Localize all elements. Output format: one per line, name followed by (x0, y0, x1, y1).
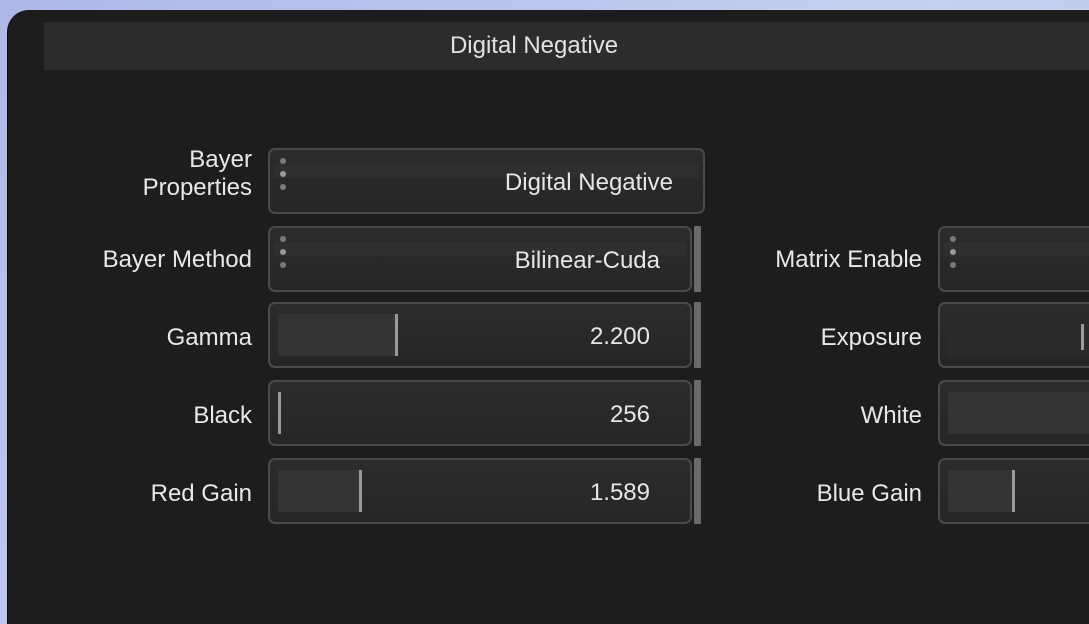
black-slider[interactable]: 256 (268, 380, 692, 446)
panel-title-bar: Digital Negative (44, 22, 1089, 70)
drag-handle-icon (279, 158, 287, 197)
bayer-properties-label-line1: Bayer (189, 146, 252, 173)
red-gain-value: 1.589 (589, 479, 650, 506)
red-gain-slider[interactable]: 1.589 (268, 458, 692, 524)
bayer-method-select[interactable]: Bilinear-Cuda (268, 226, 692, 292)
bayer-method-value: Bilinear-Cuda (514, 247, 660, 274)
exposure-slider-handle[interactable] (1081, 324, 1084, 350)
red-gain-slider-fill[interactable] (278, 470, 362, 512)
blue-gain-slider[interactable] (938, 458, 1089, 524)
matrix-enable-label: Matrix Enable (775, 246, 922, 273)
blue-gain-label: Blue Gain (816, 480, 922, 507)
white-slider[interactable] (938, 380, 1089, 446)
drag-handle-icon (279, 236, 287, 275)
gamma-label: Gamma (166, 324, 252, 351)
white-slider-fill (948, 392, 1089, 434)
bayer-properties-value: Digital Negative (504, 169, 673, 196)
bayer-properties-select[interactable]: Digital Negative (268, 148, 705, 214)
gamma-value: 2.200 (589, 323, 650, 350)
bayer-properties-label-line2: Properties (142, 174, 252, 201)
black-slider-fill[interactable] (278, 392, 281, 434)
exposure-slider[interactable] (938, 302, 1089, 368)
blue-gain-slider-fill[interactable] (948, 470, 1015, 512)
drag-handle-icon (949, 236, 957, 275)
black-value: 256 (609, 401, 650, 428)
matrix-enable-select[interactable] (938, 226, 1089, 292)
bayer-method-label: Bayer Method (102, 246, 252, 273)
panel-title: Digital Negative (449, 32, 619, 59)
gamma-slider[interactable]: 2.200 (268, 302, 692, 368)
select-stripe (944, 242, 1089, 256)
white-label: White (860, 402, 922, 429)
red-gain-label: Red Gain (150, 480, 252, 507)
black-label: Black (193, 402, 252, 429)
gamma-slider-fill[interactable] (278, 314, 398, 356)
exposure-slider-track (948, 314, 1089, 356)
bayer-properties-label: Bayer Properties (96, 146, 252, 202)
exposure-label: Exposure (820, 324, 922, 351)
